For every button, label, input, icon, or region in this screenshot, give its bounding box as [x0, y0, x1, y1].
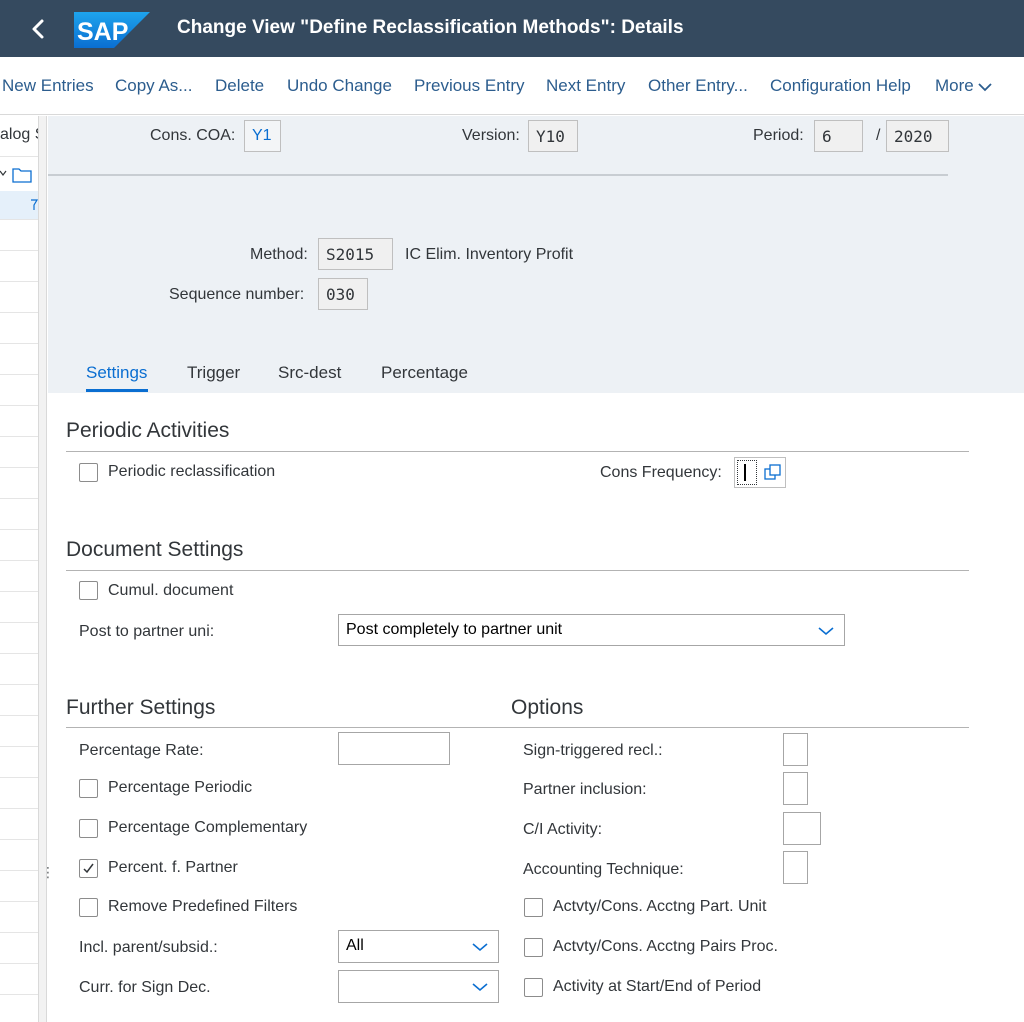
cumul-document-label: Cumul. document [108, 582, 234, 599]
post-to-partner-value: Post completely to partner unit [346, 621, 563, 638]
year-field[interactable]: 2020 [886, 120, 949, 152]
tab-settings[interactable]: Settings [86, 363, 147, 383]
incl-parent-value: All [346, 937, 364, 954]
incl-parent-label: Incl. parent/subsid.: [79, 939, 218, 956]
curr-sign-dec-select[interactable] [338, 970, 499, 1003]
cons-frequency-field[interactable] [734, 457, 786, 488]
text-cursor [744, 464, 746, 481]
partner-inclusion-label: Partner inclusion: [523, 781, 647, 798]
header-area: Cons. COA: Y1 Version: Y10 Period: 6 / 2… [48, 116, 1024, 393]
partner-inclusion-input[interactable] [783, 772, 808, 805]
accounting-technique-input[interactable] [783, 851, 808, 884]
cumul-document-checkbox[interactable] [79, 581, 98, 600]
more-label: More [935, 76, 974, 95]
more-button[interactable]: More [935, 76, 993, 96]
chevron-left-icon [32, 19, 44, 39]
periodic-reclassification-checkbox[interactable] [79, 463, 98, 482]
toolbar: New Entries Copy As... Delete Undo Chang… [0, 57, 1024, 115]
cons-frequency-input[interactable] [737, 460, 757, 485]
activity-start-end-checkbox[interactable] [524, 978, 543, 997]
accounting-technique-label: Accounting Technique: [523, 861, 684, 878]
undo-change-button[interactable]: Undo Change [287, 76, 392, 96]
further-settings-divider [66, 727, 969, 728]
actvty-pairs-proc-label: Actvty/Cons. Acctng Pairs Proc. [553, 938, 778, 955]
period-separator: / [876, 127, 881, 144]
new-entries-button[interactable]: New Entries [2, 76, 94, 96]
period-field[interactable]: 6 [814, 120, 863, 152]
post-to-partner-label: Post to partner uni: [79, 623, 215, 640]
selected-tree-row[interactable] [0, 191, 38, 219]
back-button[interactable] [22, 12, 56, 46]
delete-button[interactable]: Delete [215, 76, 264, 96]
percentage-rate-input[interactable] [338, 732, 450, 765]
periodic-activities-title: Periodic Activities [66, 419, 230, 442]
period-label: Period: [753, 127, 804, 144]
actvty-part-unit-label: Actvty/Cons. Acctng Part. Unit [553, 898, 767, 915]
pane-splitter[interactable]: ⋮ [38, 116, 55, 1022]
tab-src-dest[interactable]: Src-dest [278, 363, 341, 383]
checkmark-icon [83, 863, 94, 874]
method-field[interactable]: S2015 [318, 238, 393, 270]
remove-predefined-filters-label: Remove Predefined Filters [108, 898, 298, 915]
copy-as-button[interactable]: Copy As... [115, 76, 192, 96]
sequence-number-field[interactable]: 030 [318, 278, 368, 310]
document-settings-divider [66, 570, 969, 571]
shell-bar: SAP Change View "Define Reclassification… [0, 0, 1024, 57]
app-title: Change View "Define Reclassification Met… [177, 17, 684, 38]
percent-f-partner-label: Percent. f. Partner [108, 859, 238, 876]
previous-entry-button[interactable]: Previous Entry [414, 76, 525, 96]
percentage-rate-label: Percentage Rate: [79, 742, 204, 759]
sequence-number-label: Sequence number: [169, 286, 305, 303]
other-entry-button[interactable]: Other Entry... [648, 76, 748, 96]
percentage-periodic-label: Percentage Periodic [108, 779, 253, 796]
active-tab-indicator [86, 389, 148, 392]
dialog-structure-title: alog S [0, 126, 38, 143]
actvty-part-unit-checkbox[interactable] [524, 898, 543, 917]
periodic-activities-divider [66, 451, 969, 452]
version-label: Version: [462, 127, 520, 144]
periodic-reclassification-label: Periodic reclassification [108, 463, 276, 480]
folder-icon[interactable] [0, 166, 38, 184]
chevron-down-icon [978, 82, 992, 91]
ci-activity-input[interactable] [783, 812, 821, 845]
actvty-pairs-proc-checkbox[interactable] [524, 938, 543, 957]
post-to-partner-select[interactable]: Post completely to partner unit [338, 614, 845, 646]
chevron-down-icon [472, 943, 488, 952]
svg-text:SAP: SAP [77, 18, 128, 46]
sign-triggered-input[interactable] [783, 733, 808, 766]
further-settings-title: Further Settings [66, 696, 216, 719]
configuration-help-button[interactable]: Configuration Help [770, 76, 911, 96]
ci-activity-label: C/I Activity: [523, 821, 603, 838]
tab-percentage[interactable]: Percentage [381, 363, 468, 383]
document-settings-title: Document Settings [66, 538, 244, 561]
sap-logo: SAP [74, 12, 150, 48]
method-description: IC Elim. Inventory Profit [405, 246, 574, 263]
options-title: Options [511, 696, 584, 719]
remove-predefined-filters-checkbox[interactable] [79, 898, 98, 917]
cons-coa-field[interactable]: Y1 [244, 120, 281, 152]
next-entry-button[interactable]: Next Entry [546, 76, 625, 96]
header-divider [48, 174, 948, 176]
curr-sign-dec-label: Curr. for Sign Dec. [79, 979, 211, 996]
activity-start-end-label: Activity at Start/End of Period [553, 978, 762, 995]
dialog-structure-pane: alog S [0, 116, 38, 1022]
incl-parent-select[interactable]: All [338, 930, 499, 963]
tab-trigger[interactable]: Trigger [187, 363, 240, 383]
filter-icon [31, 199, 38, 210]
chevron-down-icon [472, 983, 488, 992]
percentage-complementary-checkbox[interactable] [79, 819, 98, 838]
splitter-grip-icon: ⋮ [41, 864, 55, 880]
percentage-complementary-label: Percentage Complementary [108, 819, 308, 836]
percent-f-partner-checkbox[interactable] [79, 859, 98, 878]
version-field[interactable]: Y10 [528, 120, 578, 152]
cons-frequency-label: Cons Frequency: [600, 464, 722, 481]
value-help-icon[interactable] [763, 463, 782, 482]
percentage-periodic-checkbox[interactable] [79, 779, 98, 798]
chevron-down-icon [818, 627, 834, 636]
cons-coa-label: Cons. COA: [150, 127, 236, 144]
sign-triggered-label: Sign-triggered recl.: [523, 742, 663, 759]
method-label: Method: [250, 246, 308, 263]
